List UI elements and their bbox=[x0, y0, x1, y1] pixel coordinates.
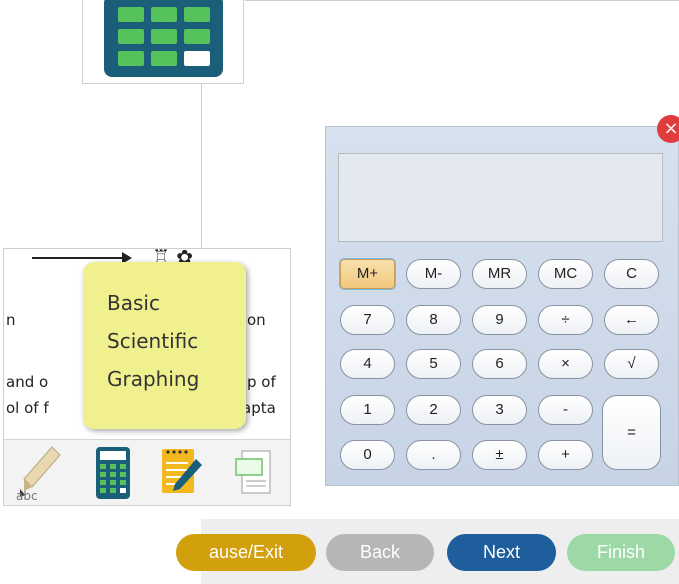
calculator-display bbox=[338, 153, 663, 242]
key-7[interactable]: 7 bbox=[340, 305, 395, 335]
calculator-icon bbox=[104, 0, 223, 77]
key-memory-clear[interactable]: MC bbox=[538, 259, 593, 289]
reference-sheet-icon bbox=[235, 450, 271, 494]
key-minus[interactable]: - bbox=[538, 395, 593, 425]
key-0[interactable]: 0 bbox=[340, 440, 395, 470]
key-plus-minus[interactable]: ± bbox=[472, 440, 527, 470]
highlighter-label: abc bbox=[16, 489, 38, 503]
key-decimal[interactable]: . bbox=[406, 440, 461, 470]
pause-exit-button[interactable]: ause/Exit bbox=[176, 534, 316, 571]
finish-button[interactable]: Finish bbox=[567, 534, 675, 571]
key-backspace[interactable]: ← bbox=[604, 305, 659, 335]
key-5[interactable]: 5 bbox=[406, 349, 461, 379]
menu-item-scientific[interactable]: Scientific bbox=[107, 322, 246, 360]
passage-line-1-left: n bbox=[6, 311, 16, 329]
reference-tool[interactable] bbox=[228, 445, 274, 503]
calculator-tool[interactable] bbox=[90, 445, 136, 503]
calculator-type-menu: Basic Scientific Graphing bbox=[83, 262, 246, 429]
calculator-icon bbox=[96, 447, 130, 499]
diagram-arrow bbox=[32, 252, 132, 264]
close-icon[interactable]: × bbox=[657, 115, 679, 143]
key-multiply[interactable]: × bbox=[538, 349, 593, 379]
key-6[interactable]: 6 bbox=[472, 349, 527, 379]
passage-line-3-left: ol of f bbox=[6, 399, 49, 417]
key-divide[interactable]: ÷ bbox=[538, 305, 593, 335]
back-button[interactable]: Back bbox=[326, 534, 434, 571]
calculator-tool-tile[interactable] bbox=[82, 0, 244, 84]
key-memory-minus[interactable]: M- bbox=[406, 259, 461, 289]
calculator-window: M+ M- MR MC C 7 8 9 ÷ ← 4 5 6 × √ 1 2 3 … bbox=[325, 126, 679, 486]
notepad-tool[interactable] bbox=[158, 445, 204, 503]
menu-item-graphing[interactable]: Graphing bbox=[107, 360, 246, 398]
key-square-root[interactable]: √ bbox=[604, 349, 659, 379]
menu-item-basic[interactable]: Basic bbox=[107, 284, 246, 322]
key-4[interactable]: 4 bbox=[340, 349, 395, 379]
key-plus[interactable]: + bbox=[538, 440, 593, 470]
next-button[interactable]: Next bbox=[447, 534, 556, 571]
key-1[interactable]: 1 bbox=[340, 395, 395, 425]
divider-horizontal bbox=[245, 0, 679, 1]
passage-line-2-left: and o bbox=[6, 373, 49, 391]
notepad-icon bbox=[162, 449, 202, 493]
key-3[interactable]: 3 bbox=[472, 395, 527, 425]
passage-line-2-right: p of bbox=[247, 373, 276, 391]
passage-line-3-right: apta bbox=[242, 399, 276, 417]
calculator-keys-icon bbox=[118, 7, 210, 66]
key-9[interactable]: 9 bbox=[472, 305, 527, 335]
key-memory-recall[interactable]: MR bbox=[472, 259, 527, 289]
key-equals[interactable]: = bbox=[602, 395, 661, 470]
key-2[interactable]: 2 bbox=[406, 395, 461, 425]
key-8[interactable]: 8 bbox=[406, 305, 461, 335]
passage-line-1-right: on bbox=[247, 311, 266, 329]
highlighter-tool[interactable]: abc bbox=[16, 445, 64, 503]
key-memory-plus[interactable]: M+ bbox=[339, 258, 396, 290]
key-clear[interactable]: C bbox=[604, 259, 659, 289]
